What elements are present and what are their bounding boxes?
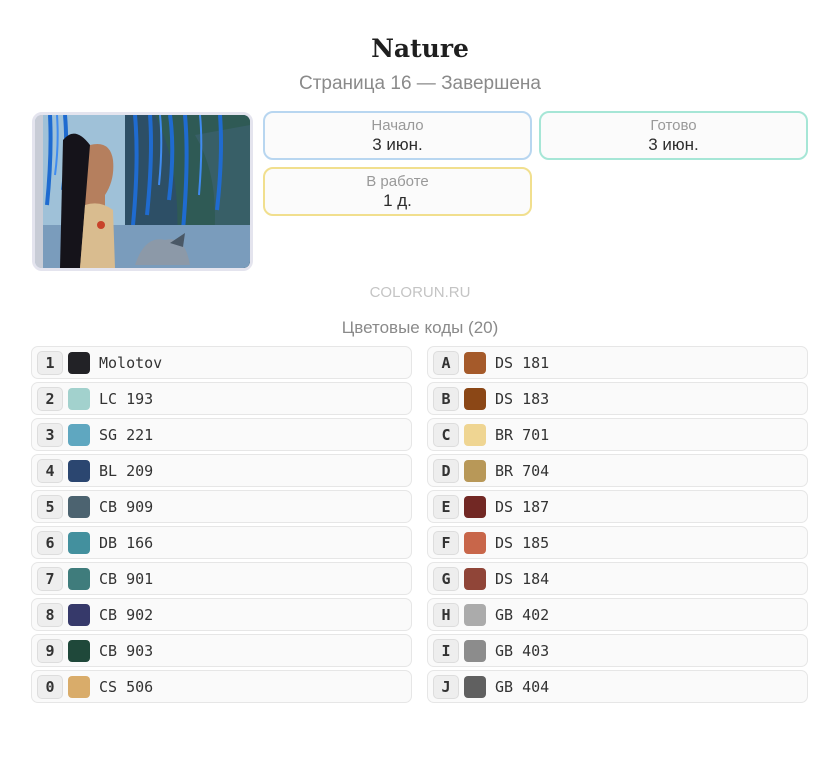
color-swatch [464,459,486,482]
color-code: BL 209 [99,461,154,480]
color-swatch [68,459,90,482]
color-swatch [464,675,486,698]
color-swatch [464,423,486,446]
color-code-row[interactable]: D BR 704 [427,454,808,487]
color-key: C [433,422,459,447]
color-code: CB 903 [99,641,154,660]
color-swatch [464,387,486,410]
color-swatch [68,351,90,374]
color-key: 7 [37,566,63,591]
color-swatch [68,639,90,662]
color-code: GB 404 [495,677,550,696]
color-swatch [464,495,486,518]
color-key: H [433,602,459,627]
color-code-row[interactable]: G DS 184 [427,562,808,595]
color-key: E [433,494,459,519]
color-code-row[interactable]: 6 DB 166 [31,526,412,559]
color-code: Molotov [99,353,163,372]
color-code: CB 901 [99,569,154,588]
color-code-row[interactable]: 3 SG 221 [31,418,412,451]
color-code: LC 193 [99,389,154,408]
page-subtitle: Страница 16 — Завершена [298,73,541,94]
color-codes-right-column: A DS 181 B DS 183 C BR 701 D BR 704 E DS… [427,346,808,706]
color-swatch [68,567,90,590]
color-code-row[interactable]: 0 CS 506 [31,670,412,703]
color-key: J [433,674,459,699]
color-key: 6 [37,530,63,555]
color-code-row[interactable]: 5 CB 909 [31,490,412,523]
color-code: CB 902 [99,605,154,624]
color-swatch [464,351,486,374]
color-swatch [68,495,90,518]
color-code: BR 701 [495,425,550,444]
done-date-label: Готово [650,117,697,134]
color-code: CS 506 [99,677,154,696]
color-code-row[interactable]: 9 CB 903 [31,634,412,667]
color-key: F [433,530,459,555]
color-key: I [433,638,459,663]
in-work-card: В работе 1 д. [263,167,532,216]
color-code: DS 185 [495,533,550,552]
color-code-row[interactable]: 2 LC 193 [31,382,412,415]
color-key: G [433,566,459,591]
color-code: DS 183 [495,389,550,408]
color-codes-title: Цветовые коды (20) [341,318,499,337]
done-date-card: Готово 3 июн. [539,111,808,160]
color-key: 8 [37,602,63,627]
start-date-label: Начало [371,117,424,134]
artwork-image [35,115,250,268]
color-code: DS 181 [495,353,550,372]
color-code-row[interactable]: A DS 181 [427,346,808,379]
color-code: DS 187 [495,497,550,516]
color-code-row[interactable]: 7 CB 901 [31,562,412,595]
color-swatch [68,531,90,554]
color-code-row[interactable]: 8 CB 902 [31,598,412,631]
color-key: 4 [37,458,63,483]
color-code-row[interactable]: B DS 183 [427,382,808,415]
done-date-value: 3 июн. [648,135,699,154]
page-title: Nature [371,34,469,63]
color-swatch [68,603,90,626]
color-key: B [433,386,459,411]
color-code-row[interactable]: I GB 403 [427,634,808,667]
color-key: 5 [37,494,63,519]
color-code: GB 403 [495,641,550,660]
color-code: DS 184 [495,569,550,588]
in-work-label: В работе [366,173,429,190]
color-code-row[interactable]: H GB 402 [427,598,808,631]
color-swatch [68,423,90,446]
color-swatch [464,567,486,590]
color-key: 1 [37,350,63,375]
color-swatch [68,387,90,410]
color-codes-left-column: 1 Molotov 2 LC 193 3 SG 221 4 BL 209 5 C… [31,346,412,706]
color-key: 3 [37,422,63,447]
color-code-row[interactable]: 4 BL 209 [31,454,412,487]
color-key: A [433,350,459,375]
color-code-row[interactable]: 1 Molotov [31,346,412,379]
color-code: CB 909 [99,497,154,516]
color-swatch [464,531,486,554]
artwork-thumbnail[interactable] [32,112,253,271]
color-code: GB 402 [495,605,550,624]
color-code-row[interactable]: C BR 701 [427,418,808,451]
in-work-value: 1 д. [383,191,412,210]
color-code: BR 704 [495,461,550,480]
color-swatch [68,675,90,698]
color-key: 0 [37,674,63,699]
start-date-card: Начало 3 июн. [263,111,532,160]
color-code-row[interactable]: F DS 185 [427,526,808,559]
color-code: DB 166 [99,533,154,552]
color-key: 2 [37,386,63,411]
color-key: 9 [37,638,63,663]
color-key: D [433,458,459,483]
site-watermark: COLORUN.RU [369,284,471,301]
color-swatch [464,639,486,662]
start-date-value: 3 июн. [372,135,423,154]
color-code: SG 221 [99,425,154,444]
color-code-row[interactable]: E DS 187 [427,490,808,523]
color-swatch [464,603,486,626]
color-code-row[interactable]: J GB 404 [427,670,808,703]
